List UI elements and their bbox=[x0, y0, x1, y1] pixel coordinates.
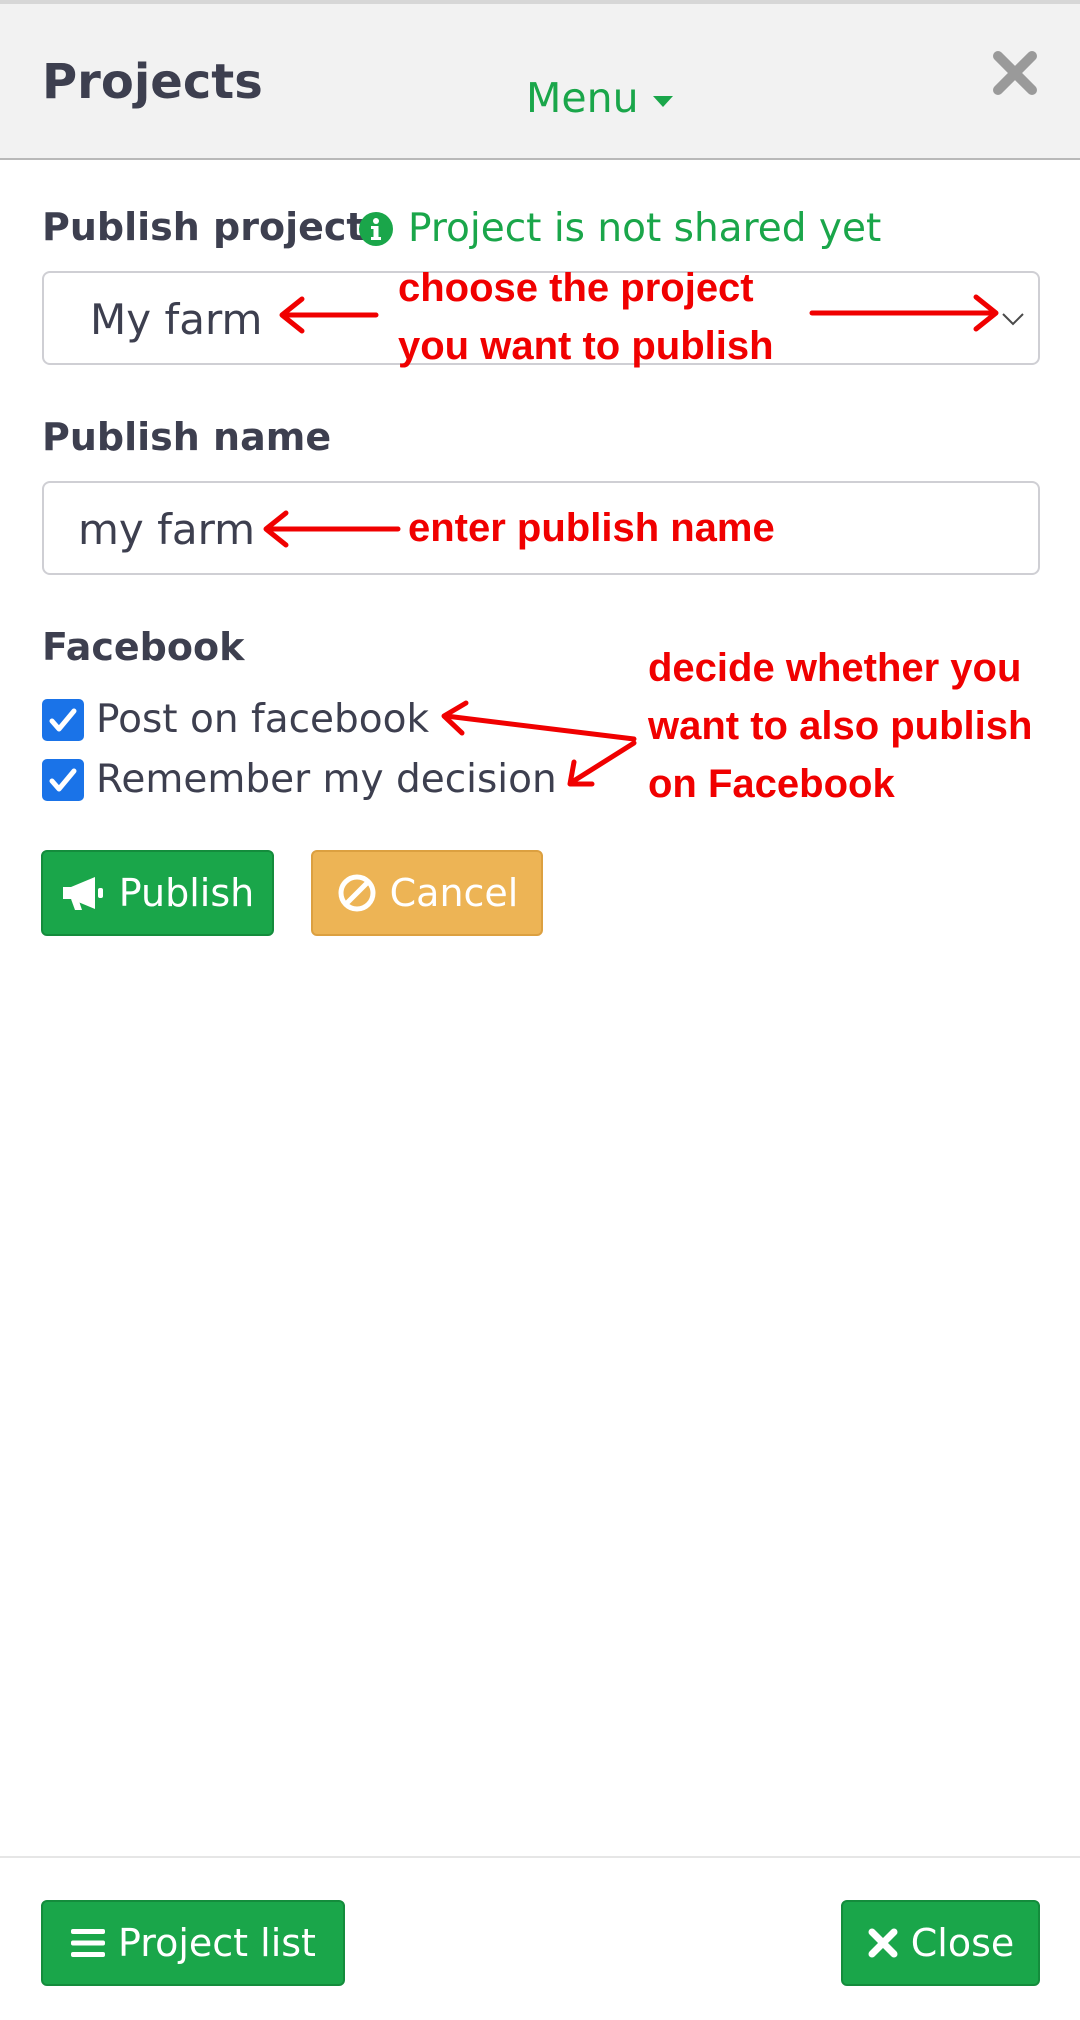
status-text: Project is not shared yet bbox=[408, 206, 882, 251]
post-on-facebook-row: Post on facebook bbox=[42, 697, 429, 742]
annotation-arrow bbox=[569, 740, 637, 785]
list-icon bbox=[71, 1929, 106, 1957]
publish-name-label: Publish name bbox=[42, 415, 332, 459]
project-list-label: Project list bbox=[118, 1921, 316, 1965]
caret-down-icon bbox=[652, 95, 673, 107]
close-icon[interactable] bbox=[990, 48, 1040, 98]
facebook-label: Facebook bbox=[42, 625, 245, 669]
annotation-decide-line3: on Facebook bbox=[648, 762, 895, 806]
menu-dropdown-toggle[interactable]: Menu bbox=[526, 74, 673, 122]
info-icon bbox=[359, 211, 393, 246]
post-on-facebook-checkbox[interactable] bbox=[42, 698, 84, 741]
panel-header: Projects Menu bbox=[0, 0, 1080, 160]
publish-name-value: my farm bbox=[78, 505, 256, 554]
annotation-choose-project: choose the project you want to publish bbox=[398, 259, 774, 375]
share-status: Project is not shared yet bbox=[358, 206, 881, 251]
annotation-arrow bbox=[443, 713, 637, 742]
page-title: Projects bbox=[42, 54, 263, 110]
footer-divider bbox=[0, 1856, 1080, 1858]
megaphone-icon bbox=[62, 877, 103, 910]
post-on-facebook-label: Post on facebook bbox=[96, 697, 430, 742]
publish-project-label: Publish project bbox=[42, 205, 365, 249]
project-list-button[interactable]: Project list bbox=[41, 1900, 345, 1986]
ban-icon bbox=[338, 874, 376, 912]
project-select-value: My farm bbox=[90, 295, 263, 344]
cancel-button[interactable]: Cancel bbox=[311, 850, 543, 936]
times-icon bbox=[868, 1928, 898, 1958]
annotation-decide-line2: want to also publish bbox=[648, 704, 1033, 748]
remember-decision-row: Remember my decision bbox=[42, 757, 557, 802]
checkmark-icon bbox=[49, 708, 77, 731]
publish-button-label: Publish bbox=[118, 871, 255, 915]
annotation-decide-line1: decide whether you bbox=[648, 646, 1022, 690]
annotation-facebook: decide whether you want to also publish … bbox=[648, 639, 1032, 813]
close-button-label: Close bbox=[910, 1921, 1015, 1965]
checkmark-icon bbox=[49, 768, 77, 791]
annotation-choose-line2: you want to publish bbox=[398, 324, 774, 368]
menu-label: Menu bbox=[526, 74, 639, 122]
annotation-enter-name: enter publish name bbox=[408, 506, 775, 550]
chevron-down-icon bbox=[1002, 313, 1024, 326]
close-button[interactable]: Close bbox=[841, 1900, 1040, 1986]
annotation-choose-line1: choose the project bbox=[398, 266, 754, 310]
remember-decision-checkbox[interactable] bbox=[42, 758, 84, 801]
remember-decision-label: Remember my decision bbox=[96, 757, 557, 802]
cancel-button-label: Cancel bbox=[389, 871, 519, 915]
publish-button[interactable]: Publish bbox=[41, 850, 274, 936]
